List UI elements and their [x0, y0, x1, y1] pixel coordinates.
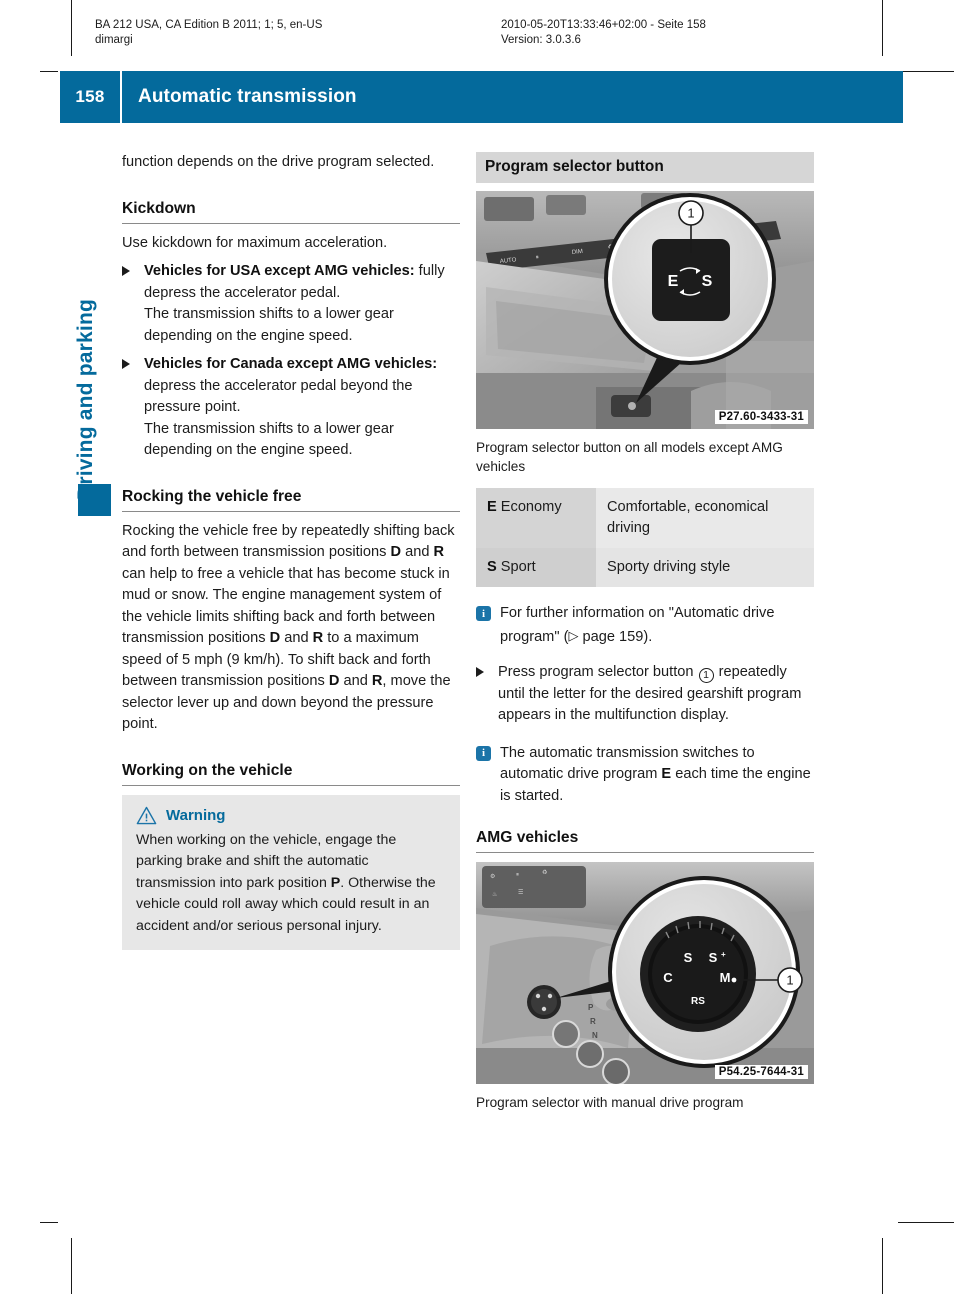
- kickdown-item-canada: Vehicles for Canada except AMG vehicles:…: [122, 354, 460, 462]
- print-meta-version: Version: 3.0.3.6: [501, 34, 581, 46]
- svg-text:S: S: [684, 950, 693, 965]
- table-cell-value: Sporty driving style: [596, 548, 814, 587]
- svg-text:⚙: ⚙: [490, 873, 495, 880]
- info-note-text: For further information on "Automatic dr…: [500, 605, 775, 645]
- warning-triangle-icon: [136, 806, 157, 824]
- crop-mark-bottom-right-vertical: [882, 1238, 883, 1294]
- crop-mark-bottom-left-horizontal: [40, 1222, 58, 1223]
- svg-text:M: M: [720, 970, 731, 985]
- bullet-triangle-icon: [476, 667, 484, 677]
- crop-mark-top-left-horizontal: [40, 71, 58, 72]
- figure-caption: Program selector with manual drive progr…: [476, 1095, 744, 1110]
- info-note-text: The automatic transmission switches to a…: [500, 744, 811, 804]
- figure-amg-program-selector-image: ⚙⏸ ♻♨ ☰ PR ND: [476, 862, 814, 1084]
- svg-text:+: +: [721, 950, 726, 959]
- section-heading-program-selector: Program selector button: [476, 152, 814, 183]
- kickdown-item-usa-text: Vehicles for USA except AMG vehicles: fu…: [144, 263, 445, 344]
- warning-header: Warning: [136, 806, 446, 825]
- crop-mark-top-right-vertical: [882, 0, 883, 56]
- table-row: E Economy Comfortable, economical drivin…: [476, 488, 814, 548]
- chapter-tab: Driving and parking: [60, 240, 112, 500]
- warning-label: Warning: [166, 806, 226, 824]
- bullet-triangle-icon: [122, 266, 130, 276]
- bullet-triangle-icon: [122, 359, 130, 369]
- figure-program-selector-button: AUTO ⏸ DIM ♻ ♨ ESP ⚙: [476, 191, 814, 429]
- print-meta-job: BA 212 USA, CA Edition B 2011; 1; 5, en-…: [95, 19, 323, 31]
- svg-text:♨: ♨: [492, 891, 497, 898]
- drive-program-table: E Economy Comfortable, economical drivin…: [476, 488, 814, 587]
- info-note-drive-program: i For further information on "Automatic …: [476, 603, 814, 648]
- rocking-body: Rocking the vehicle free by repeatedly s…: [122, 522, 455, 733]
- figure-program-selector-button-image: AUTO ⏸ DIM ♻ ♨ ESP ⚙: [476, 191, 814, 429]
- left-column: function depends on the drive program se…: [122, 152, 460, 950]
- svg-text:P: P: [588, 1003, 594, 1012]
- svg-text:☰: ☰: [518, 889, 523, 896]
- kickdown-item-canada-text: Vehicles for Canada except AMG vehicles:…: [144, 356, 438, 458]
- info-note-default-program: i The automatic transmission switches to…: [476, 743, 814, 808]
- svg-text:RS: RS: [691, 996, 705, 1007]
- svg-text:⏸: ⏸: [536, 255, 540, 261]
- header-divider: [120, 71, 122, 123]
- info-icon: i: [476, 606, 491, 621]
- figure-code: P27.60-3433-31: [714, 410, 808, 424]
- crop-mark-top-left-vertical: [71, 0, 72, 56]
- svg-text:R: R: [590, 1017, 596, 1026]
- crop-mark-bottom-right-horizontal: [898, 1222, 954, 1223]
- heading-rocking: Rocking the vehicle free: [122, 488, 460, 512]
- heading-working: Working on the vehicle: [122, 762, 460, 786]
- warning-box: Warning When working on the vehicle, eng…: [122, 794, 460, 950]
- svg-text:S: S: [709, 950, 718, 965]
- warning-text: When working on the vehicle, engage the …: [136, 831, 436, 934]
- step-press-program-selector: Press program selector button 1 repeated…: [476, 662, 814, 727]
- svg-text:E: E: [668, 273, 679, 290]
- table-cell-value: Comfortable, economical driving: [596, 488, 814, 548]
- table-cell-key: E Economy: [476, 488, 596, 548]
- page-header: 158 Automatic transmission: [60, 71, 903, 123]
- kickdown-item-usa: Vehicles for USA except AMG vehicles: fu…: [122, 261, 460, 347]
- kickdown-lead: Use kickdown for maximum acceleration.: [122, 234, 388, 251]
- print-meta-timestamp: 2010-05-20T13:33:46+02:00 - Seite 158: [501, 19, 706, 31]
- crop-mark-bottom-left-vertical: [71, 1238, 72, 1294]
- figure-caption: Program selector button on all models ex…: [476, 440, 783, 474]
- svg-text:N: N: [592, 1031, 598, 1040]
- table-cell-key: S Sport: [476, 548, 596, 587]
- info-icon: i: [476, 745, 491, 761]
- table-row: S Sport Sporty driving style: [476, 548, 814, 587]
- step-text: Press program selector button 1 repeated…: [498, 664, 802, 723]
- figure-code: P54.25-7644-31: [714, 1065, 808, 1079]
- svg-text:S: S: [702, 273, 713, 290]
- page-title: Automatic transmission: [138, 86, 357, 107]
- manual-page: BA 212 USA, CA Edition B 2011; 1; 5, en-…: [0, 0, 954, 1294]
- figure-amg-program-selector: ⚙⏸ ♻♨ ☰ PR ND: [476, 862, 814, 1084]
- print-meta-user: dimargi: [95, 34, 133, 46]
- svg-text:♻: ♻: [542, 869, 547, 876]
- crop-mark-top-right-horizontal: [898, 71, 954, 72]
- heading-amg-vehicles: AMG vehicles: [476, 829, 814, 853]
- intro-paragraph: function depends on the drive program se…: [122, 154, 435, 170]
- svg-text:1: 1: [687, 206, 694, 221]
- svg-text:⏸: ⏸: [516, 872, 519, 878]
- right-column: Program selector button AUTO ⏸ DIM 1 E S…: [476, 152, 814, 1112]
- chapter-thumb-marker: [78, 484, 111, 516]
- chapter-tab-label: Driving and parking: [74, 299, 97, 500]
- page-number: 158: [75, 87, 105, 106]
- svg-text:1: 1: [786, 973, 793, 988]
- svg-text:DIM: DIM: [572, 249, 584, 256]
- heading-kickdown: Kickdown: [122, 200, 460, 224]
- svg-text:C: C: [663, 970, 673, 985]
